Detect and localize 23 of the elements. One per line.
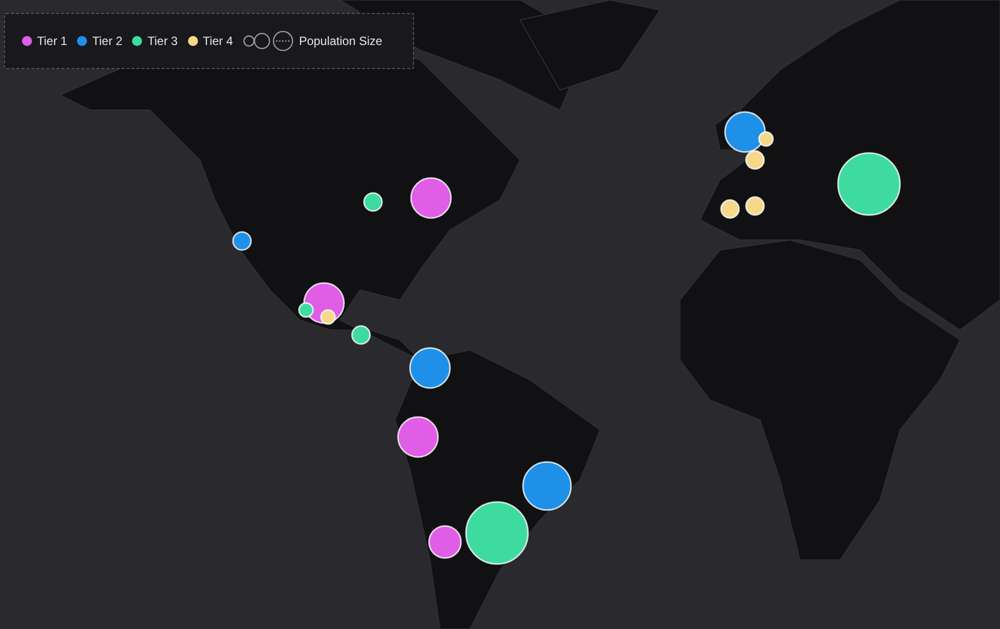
population-bubble[interactable] <box>837 152 901 216</box>
population-bubble[interactable] <box>397 416 439 458</box>
population-bubble[interactable] <box>720 199 740 219</box>
population-bubble[interactable] <box>298 302 314 318</box>
size-scale-icon <box>242 31 295 51</box>
population-bubble[interactable] <box>745 196 765 216</box>
population-bubble[interactable] <box>758 131 774 147</box>
population-bubble[interactable] <box>320 309 336 325</box>
population-bubble[interactable] <box>724 111 766 153</box>
population-bubble[interactable] <box>351 325 371 345</box>
population-bubble[interactable] <box>522 461 572 511</box>
population-bubble[interactable] <box>428 525 462 559</box>
population-bubble[interactable] <box>363 192 383 212</box>
tier-label: Tier 1 <box>37 33 68 50</box>
size-label: Population Size <box>298 33 382 50</box>
tier-label: Tier 4 <box>202 33 233 50</box>
population-bubble[interactable] <box>410 177 452 219</box>
population-bubble[interactable] <box>409 347 451 389</box>
population-bubble[interactable] <box>465 501 529 565</box>
population-bubble[interactable] <box>232 231 252 251</box>
population-bubble[interactable] <box>745 150 765 170</box>
tier-label: Tier 2 <box>92 33 122 50</box>
tier-label: Tier 3 <box>147 33 178 50</box>
